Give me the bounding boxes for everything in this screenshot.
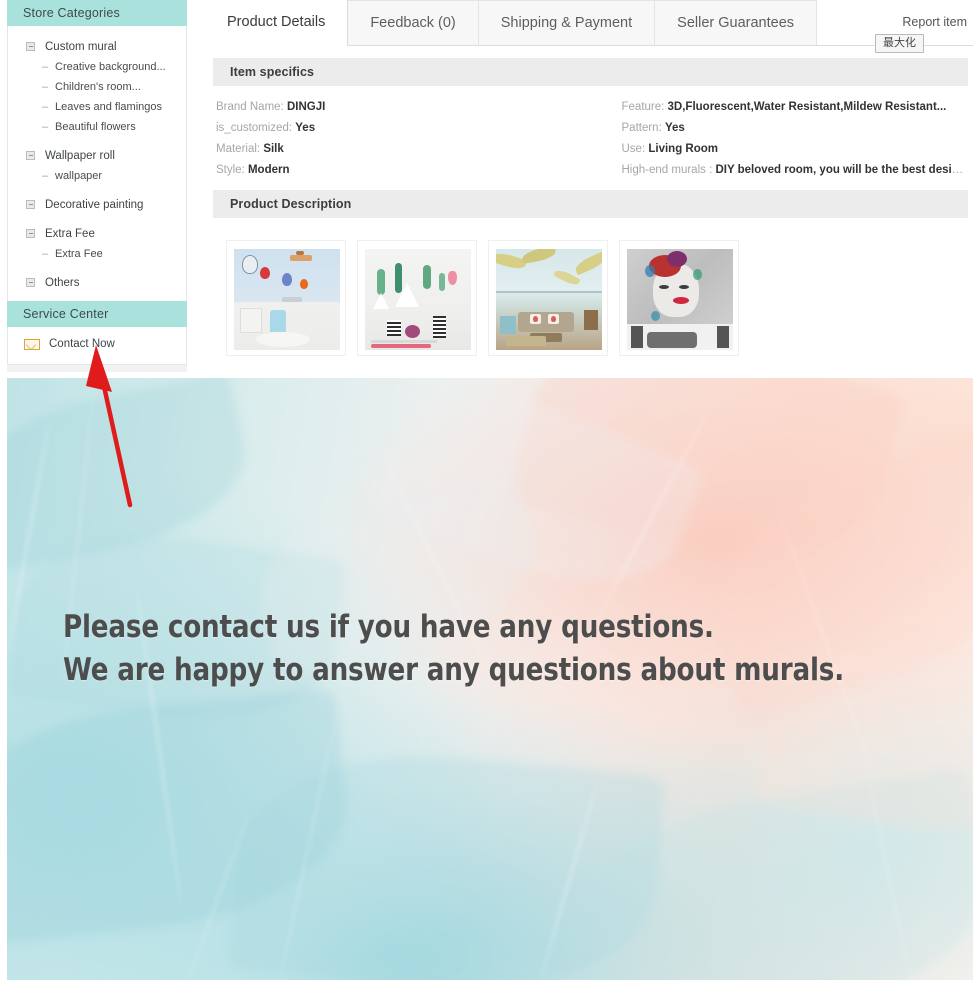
tab-product-details[interactable]: Product Details <box>205 0 349 46</box>
spec-brand-name: Brand Name: DINGJI <box>216 97 591 118</box>
sidebar-item-label: Extra Fee <box>55 248 103 260</box>
sidebar-item-label: Beautiful flowers <box>55 121 136 133</box>
sidebar-item-beautiful-flowers[interactable]: – Beautiful flowers <box>8 117 186 137</box>
spec-key: Brand Name: <box>216 101 284 113</box>
dash-icon: – <box>42 80 49 93</box>
item-specifics-header: Item specifics <box>213 58 968 86</box>
palm-beach-living-room-image <box>496 249 602 350</box>
product-thumbnail-2[interactable] <box>357 240 477 356</box>
envelope-icon <box>24 338 40 350</box>
banner-line-2: We are happy to answer any questions abo… <box>63 652 844 688</box>
spec-value: Silk <box>263 143 284 155</box>
cactus-geometric-image <box>365 249 471 350</box>
product-thumbnail-4[interactable] <box>619 240 739 356</box>
product-thumbnail-3[interactable] <box>488 240 608 356</box>
top-section: Store Categories Custom mural – Creative… <box>0 0 980 378</box>
spec-value: 3D,Fluorescent,Water Resistant,Mildew Re… <box>667 101 947 113</box>
sidebar-item-label: wallpaper <box>55 170 103 182</box>
specs-right-column: Feature: 3D,Fluorescent,Water Resistant,… <box>591 97 969 181</box>
sidebar-item-label: Decorative painting <box>45 198 144 211</box>
spec-is-customized: is_customized: Yes <box>216 118 591 139</box>
spec-value: Modern <box>247 164 290 176</box>
product-description-header: Product Description <box>213 190 968 218</box>
spec-high-end-murals: High-end murals : DIY beloved room, you … <box>622 160 969 181</box>
tab-seller-guarantees[interactable]: Seller Guarantees <box>654 0 818 45</box>
spec-key: Style: <box>216 164 245 176</box>
tab-shipping-payment[interactable]: Shipping & Payment <box>477 0 656 45</box>
sidebar-item-wallpaper-roll[interactable]: Wallpaper roll <box>8 145 186 166</box>
main-content: Item specifics Brand Name: DINGJI is_cus… <box>213 58 968 356</box>
spec-use: Use: Living Room <box>622 139 969 160</box>
dash-icon: – <box>42 247 49 260</box>
sidebar-item-label: Children's room... <box>55 81 141 93</box>
sidebar-item-custom-mural[interactable]: Custom mural <box>8 36 186 57</box>
marilyn-monroe-graffiti-image <box>627 249 733 350</box>
dash-icon: – <box>42 60 49 73</box>
product-thumbnail-row <box>213 218 968 356</box>
sidebar-item-creative-background[interactable]: – Creative background... <box>8 57 186 77</box>
tree-collapse-icon[interactable] <box>26 278 35 287</box>
dash-icon: – <box>42 120 49 133</box>
sidebar-item-label: Leaves and flamingos <box>55 101 163 113</box>
spec-key: Material: <box>216 143 261 155</box>
tree-collapse-icon[interactable] <box>26 229 35 238</box>
product-detail-page: Store Categories Custom mural – Creative… <box>0 0 980 994</box>
spec-style: Style: Modern <box>216 160 591 181</box>
sidebar-item-childrens-room[interactable]: – Children's room... <box>8 77 186 97</box>
spec-key: Use: <box>621 143 646 155</box>
dash-icon: – <box>42 100 49 113</box>
banner-line-1: Please contact us if you have any questi… <box>63 609 714 645</box>
dash-icon: – <box>42 169 49 182</box>
spec-pattern: Pattern: Yes <box>622 118 969 139</box>
spec-key: Feature: <box>621 101 665 113</box>
sidebar-item-others[interactable]: Others <box>8 272 186 293</box>
tree-collapse-icon[interactable] <box>26 151 35 160</box>
specs-left-column: Brand Name: DINGJI is_customized: Yes Ma… <box>213 97 591 181</box>
tab-feedback[interactable]: Feedback (0) <box>347 0 479 45</box>
store-categories-list: Custom mural – Creative background... – … <box>7 26 187 306</box>
sidebar-item-label: Extra Fee <box>45 227 95 240</box>
sidebar-item-decorative-painting[interactable]: Decorative painting <box>8 194 186 215</box>
spec-key: is_customized: <box>216 122 293 134</box>
maximize-button[interactable]: 最大化 <box>875 34 924 53</box>
tab-list: Product Details Feedback (0) Shipping & … <box>205 0 973 46</box>
red-arrow-annotation <box>86 345 133 508</box>
spec-value: Yes <box>295 122 316 134</box>
spec-value: DIY beloved room, you will be the best d… <box>715 164 968 176</box>
tab-bar: Product Details Feedback (0) Shipping & … <box>205 0 973 46</box>
sidebar-item-label: Others <box>45 276 80 289</box>
tree-collapse-icon[interactable] <box>26 42 35 51</box>
spec-value: Living Room <box>648 143 718 155</box>
spec-feature: Feature: 3D,Fluorescent,Water Resistant,… <box>622 97 969 118</box>
spec-value: DINGJI <box>286 101 326 113</box>
sidebar-item-leaves-and-flamingos[interactable]: – Leaves and flamingos <box>8 97 186 117</box>
sidebar-item-label: Creative background... <box>55 61 166 73</box>
sidebar-item-wallpaper[interactable]: – wallpaper <box>8 166 186 186</box>
tree-collapse-icon[interactable] <box>26 200 35 209</box>
service-center-header: Service Center <box>7 301 187 327</box>
product-thumbnail-1[interactable] <box>226 240 346 356</box>
store-categories-header: Store Categories <box>7 0 187 26</box>
spec-key: Pattern: <box>621 122 662 134</box>
sidebar-item-label: Wallpaper roll <box>45 149 115 162</box>
spec-value: Yes <box>664 122 685 134</box>
item-specifics-table: Brand Name: DINGJI is_customized: Yes Ma… <box>213 86 968 190</box>
sidebar-item-extra-fee[interactable]: Extra Fee <box>8 223 186 244</box>
spec-material: Material: Silk <box>216 139 591 160</box>
banner-heading: Please contact us if you have any questi… <box>63 606 844 692</box>
sidebar-item-extra-fee-child[interactable]: – Extra Fee <box>8 244 186 264</box>
spec-key: High-end murals : <box>621 164 713 176</box>
sidebar-item-label: Custom mural <box>45 40 117 53</box>
kids-room-balloons-image <box>234 249 340 350</box>
